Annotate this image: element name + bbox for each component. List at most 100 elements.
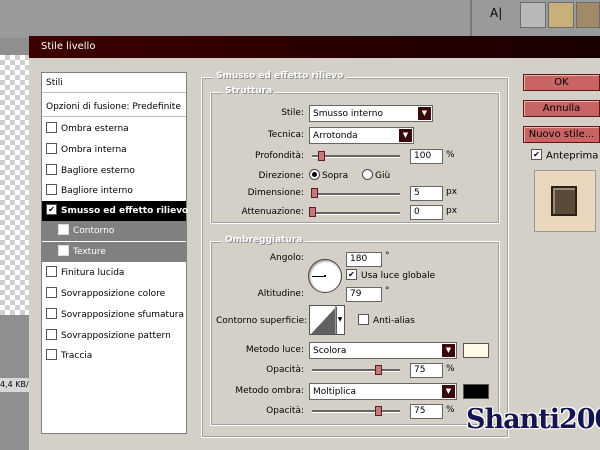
direction-down-radio[interactable]: Giù [362,169,391,181]
checkbox-checked[interactable]: ✔ [346,269,357,280]
app-background-toolbar [0,0,600,38]
checkbox[interactable] [46,287,57,298]
contour-curve-icon [311,306,337,334]
highlight-mode-label: Metodo luce: [245,345,304,355]
direction-down-label: Giù [375,171,391,181]
checkbox[interactable] [46,122,57,133]
section-title: Smusso ed effetto rilievo [213,71,347,81]
style-item-gradient-overlay[interactable]: Sovrapposizione sfumatura [42,305,186,325]
shadow-mode-select[interactable]: Moltiplica ▼ [309,383,457,400]
text-tool-icon[interactable]: A| [490,6,502,20]
depth-slider-track[interactable] [312,155,400,158]
style-preset-icon[interactable] [548,2,574,28]
gloss-contour-picker[interactable]: ▼ [309,305,345,335]
angle-dial[interactable] [308,259,342,293]
cancel-button[interactable]: Annulla [523,100,600,117]
blend-options-item[interactable]: Opzioni di fusione: Predefinite [42,97,186,117]
style-item-label: Finitura lucida [61,268,125,278]
checkbox[interactable] [46,308,57,319]
checkbox[interactable] [46,349,57,360]
shadow-opacity-input[interactable]: 75 [410,404,443,419]
highlight-color-swatch[interactable] [463,343,489,358]
checkbox-checked[interactable]: ✔ [531,149,542,160]
angle-input[interactable]: 180 [346,252,382,267]
size-unit: px [446,187,458,197]
style-item-color-overlay[interactable]: Sovrapposizione colore [42,284,186,304]
highlight-mode-select[interactable]: Scolora ▼ [309,342,457,359]
soften-slider-track[interactable] [312,212,400,215]
style-item-pattern-overlay[interactable]: Sovrapposizione pattern [42,326,186,346]
depth-input[interactable]: 100 [410,149,443,164]
style-item-texture[interactable]: Texture [42,242,186,262]
preview-label: Anteprima [546,150,599,162]
checkbox[interactable] [46,329,57,340]
style-item-label: Bagliore esterno [61,166,135,176]
size-input[interactable]: 5 [410,186,443,201]
angle-unit: ° [385,251,390,261]
style-item-outer-glow[interactable]: Bagliore esterno [42,161,186,181]
dialog-titlebar: Stile livello [29,36,600,58]
checkbox[interactable] [46,266,57,277]
style-item-inner-glow[interactable]: Bagliore interno [42,181,186,201]
style-preset-icon[interactable] [576,2,600,28]
direction-up-radio[interactable]: Sopra [309,169,348,181]
style-item-inner-shadow[interactable]: Ombra interna [42,140,186,160]
style-item-bevel-emboss[interactable]: ✔ Smusso ed effetto rilievo [42,201,189,221]
altitude-input[interactable]: 79 [346,287,382,302]
shadow-opacity-label: Opacità: [266,406,304,416]
size-slider-track[interactable] [312,193,400,196]
canvas-transparency [0,55,30,315]
checkbox[interactable] [46,184,57,195]
style-item-stroke[interactable]: Traccia [42,346,186,366]
highlight-opacity-unit: % [446,364,455,374]
soften-input[interactable]: 0 [410,205,443,220]
checkbox[interactable] [46,164,57,175]
size-label: Dimensione: [247,188,304,198]
angle-dial-needle [312,276,324,277]
style-item-outer-shadow[interactable]: Ombra esterna [42,119,186,139]
gloss-contour-label: Contorno superficie: [216,316,308,326]
radio[interactable] [362,169,373,180]
highlight-opacity-track[interactable] [312,369,400,372]
style-item-label: Contorno [73,226,115,236]
soften-label: Attenuazione: [241,207,304,217]
radio-selected[interactable] [309,169,320,180]
style-preset-icon[interactable] [520,2,546,28]
depth-slider-thumb[interactable] [317,151,325,161]
highlight-opacity-thumb[interactable] [375,365,382,375]
style-item-label: Ombra esterna [61,124,129,134]
watermark-signature: Shanti2007 [466,404,600,435]
size-slider-thumb[interactable] [310,188,318,198]
style-item-satin[interactable]: Finitura lucida [42,263,186,283]
checkbox-checked[interactable]: ✔ [46,204,57,215]
chevron-down-icon: ▼ [335,306,344,334]
styles-header[interactable]: Stili [42,73,186,93]
shadow-mode-value: Moltiplica [313,387,356,397]
global-light-label: Usa luce globale [361,271,436,281]
technique-select[interactable]: Arrotonda ▼ [309,127,414,144]
preview-checkbox[interactable]: ✔ Anteprima [531,149,599,162]
style-item-label: Smusso ed effetto rilievo [61,206,189,216]
style-item-contour[interactable]: Contorno [42,221,186,241]
checkbox[interactable] [358,314,369,325]
style-select[interactable]: Smusso interno ▼ [309,105,433,122]
global-light-checkbox[interactable]: ✔ Usa luce globale [346,269,436,281]
new-style-button[interactable]: Nuovo stile... [523,126,600,143]
checkbox[interactable] [58,245,69,256]
style-item-label: Sovrapposizione colore [61,289,166,299]
highlight-mode-value: Scolora [313,346,347,356]
checkbox[interactable] [58,224,69,235]
highlight-opacity-input[interactable]: 75 [410,363,443,378]
shadow-opacity-thumb[interactable] [375,406,382,416]
shadow-opacity-track[interactable] [312,410,400,413]
chevron-down-icon: ▼ [442,385,455,398]
dialog-title: Stile livello [41,41,96,52]
soften-unit: px [446,206,458,216]
checkbox[interactable] [46,143,57,154]
style-label: Stile: [281,108,304,118]
ok-button[interactable]: OK [523,74,600,91]
soften-slider-thumb[interactable] [309,207,316,217]
shadow-color-swatch[interactable] [463,384,489,399]
altitude-unit: ° [385,286,390,296]
antialias-checkbox[interactable]: Anti-alias [358,314,415,326]
